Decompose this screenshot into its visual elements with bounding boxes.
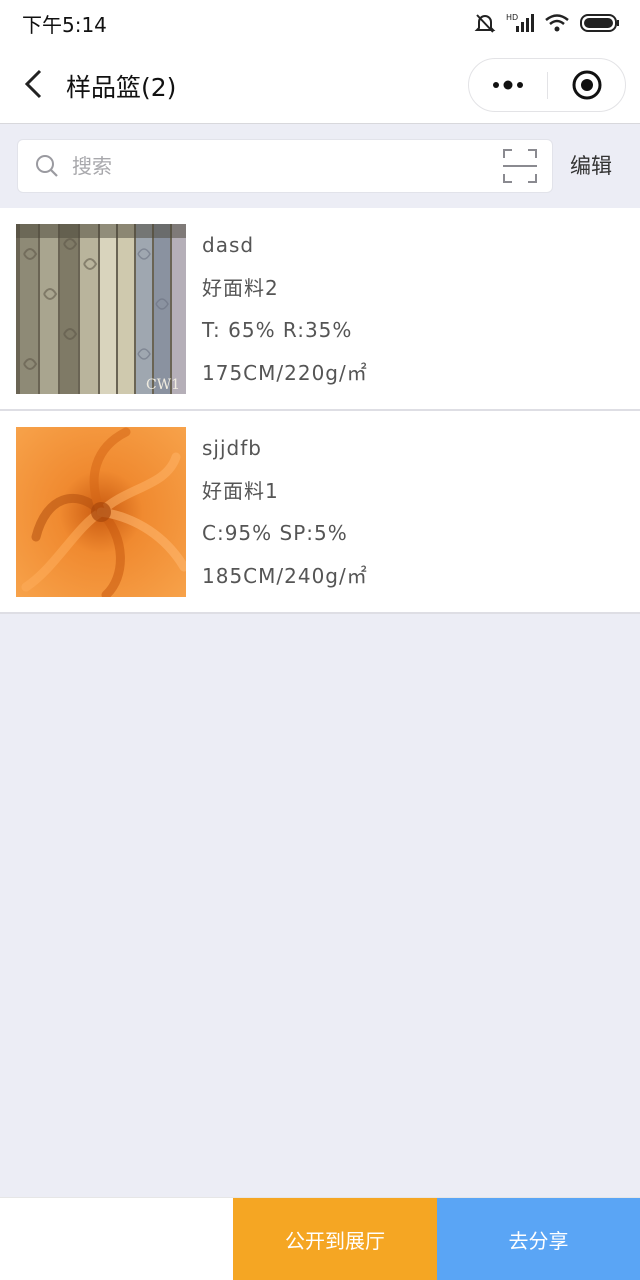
wifi-icon <box>545 14 569 32</box>
bottom-action-bar: 公开到展厅 去分享 <box>0 1197 640 1280</box>
item-spec: 185CM/240g/㎡ <box>202 563 368 588</box>
nav-bar: 样品篮(2) <box>0 46 640 124</box>
item-code: dasd <box>202 233 255 257</box>
target-circle-icon <box>572 70 602 100</box>
search-box <box>17 139 553 193</box>
item-composition: T: 65% R:35% <box>202 318 353 342</box>
search-icon <box>36 155 58 177</box>
thumbnail-watermark: CW1 <box>146 377 180 393</box>
share-button[interactable]: 去分享 <box>437 1198 640 1280</box>
scan-icon[interactable] <box>502 148 538 184</box>
sample-list: CW1 dasd 好面料2 T: 65% R:35% 175CM/220g/㎡ <box>0 208 640 614</box>
status-icons: HD <box>474 12 620 34</box>
item-details: sjjdfb 好面料1 C:95% SP:5% 185CM/240g/㎡ <box>202 431 368 601</box>
list-item[interactable]: CW1 dasd 好面料2 T: 65% R:35% 175CM/220g/㎡ <box>0 208 640 411</box>
item-code: sjjdfb <box>202 436 262 460</box>
more-dots-icon <box>493 80 523 90</box>
publish-to-showroom-button[interactable]: 公开到展厅 <box>233 1198 437 1280</box>
item-name: 好面料2 <box>202 275 279 300</box>
chevron-left-icon <box>24 69 42 99</box>
bottom-bar-spacer <box>0 1198 233 1280</box>
signal-icon: HD <box>506 13 534 32</box>
status-time: 下午5:14 <box>22 12 107 37</box>
page-title: 样品篮(2) <box>66 73 177 102</box>
battery-icon <box>580 14 619 32</box>
list-item[interactable]: sjjdfb 好面料1 C:95% SP:5% 185CM/240g/㎡ <box>0 411 640 614</box>
network-label: HD <box>506 13 518 22</box>
fabric-thumbnail: CW1 <box>16 224 186 394</box>
mute-bell-icon <box>474 14 496 33</box>
close-miniapp-button[interactable] <box>548 59 626 111</box>
fabric-thumbnail <box>16 427 186 597</box>
search-input[interactable] <box>72 140 492 192</box>
edit-button[interactable]: 编辑 <box>570 150 612 180</box>
more-button[interactable] <box>469 59 547 111</box>
item-composition: C:95% SP:5% <box>202 521 348 545</box>
item-name: 好面料1 <box>202 478 279 503</box>
search-area: 编辑 <box>0 125 640 208</box>
back-button[interactable] <box>14 64 54 104</box>
miniapp-capsule <box>468 58 626 112</box>
item-spec: 175CM/220g/㎡ <box>202 360 368 385</box>
status-bar: 下午5:14 HD <box>0 0 640 46</box>
item-details: dasd 好面料2 T: 65% R:35% 175CM/220g/㎡ <box>202 228 368 398</box>
